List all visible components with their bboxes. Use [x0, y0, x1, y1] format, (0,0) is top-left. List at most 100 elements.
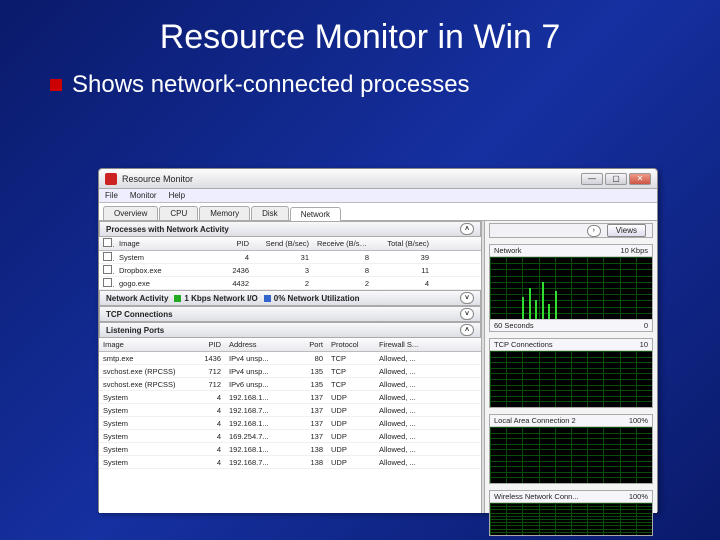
table-row[interactable]: System 4 31 8 39	[99, 251, 481, 264]
cell: 80	[291, 354, 327, 363]
graph-scale: 100%	[629, 416, 648, 425]
graph-title: TCP Connections	[494, 340, 553, 349]
maximize-button[interactable]: ▢	[605, 173, 627, 185]
cell: System	[99, 419, 189, 428]
cell: Allowed, ...	[375, 432, 425, 441]
cell: System	[99, 458, 189, 467]
col-total[interactable]: Total (B/sec)	[373, 239, 433, 248]
cell: UDP	[327, 393, 375, 402]
cell: 4	[205, 253, 253, 262]
collapse-icon[interactable]: ˄	[460, 324, 474, 336]
cell: Allowed, ...	[375, 393, 425, 402]
titlebar[interactable]: Resource Monitor — ▢ ✕	[99, 169, 657, 189]
cell: 192.168.1...	[225, 419, 291, 428]
expand-icon[interactable]: ˅	[460, 292, 474, 304]
table-row[interactable]: System4169.254.7...137UDPAllowed, ...	[99, 430, 481, 443]
col-recv[interactable]: Receive (B/sec)	[313, 239, 373, 248]
row-check[interactable]	[103, 265, 112, 274]
cell: UDP	[327, 419, 375, 428]
cell: System	[115, 253, 205, 262]
slide-title: Resource Monitor in Win 7	[0, 0, 720, 65]
cell: IPv4 unsp...	[225, 367, 291, 376]
col-image[interactable]: Image	[99, 340, 189, 349]
body: Processes with Network Activity ˄ Image …	[99, 221, 657, 513]
menu-file[interactable]: File	[105, 191, 118, 200]
cell: 4	[373, 279, 433, 288]
panel-tcp-header[interactable]: TCP Connections ˅	[99, 306, 481, 322]
cell: 138	[291, 445, 327, 454]
col-pid[interactable]: PID	[189, 340, 225, 349]
table-row[interactable]: gogo.exe 4432 2 2 4	[99, 277, 481, 290]
table-row[interactable]: Dropbox.exe 2436 3 8 11	[99, 264, 481, 277]
cell: 137	[291, 432, 327, 441]
window-title: Resource Monitor	[122, 174, 579, 184]
cell: 137	[291, 419, 327, 428]
table-row[interactable]: System4192.168.1...137UDPAllowed, ...	[99, 417, 481, 430]
cell: Allowed, ...	[375, 354, 425, 363]
collapse-icon[interactable]: ˄	[460, 223, 474, 235]
right-pane: › Views Network 10 Kbps 60 Seconds 0 TCP…	[485, 221, 657, 513]
cell: IPv4 unsp...	[225, 354, 291, 363]
cell: 4	[189, 458, 225, 467]
cell: svchost.exe (RPCSS)	[99, 380, 189, 389]
cell: TCP	[327, 380, 375, 389]
table-row[interactable]: svchost.exe (RPCSS)712IPv4 unsp...135TCP…	[99, 365, 481, 378]
graph-lan: Local Area Connection 2 100%	[489, 414, 653, 484]
table-row[interactable]: System4192.168.7...137UDPAllowed, ...	[99, 404, 481, 417]
cell: 137	[291, 393, 327, 402]
cell: 2	[253, 279, 313, 288]
tab-memory[interactable]: Memory	[199, 206, 250, 220]
graph-body	[490, 351, 652, 407]
app-icon	[105, 173, 117, 185]
menu-help[interactable]: Help	[169, 191, 185, 200]
tab-disk[interactable]: Disk	[251, 206, 289, 220]
graph-scale: 10	[640, 340, 648, 349]
cell: 11	[373, 266, 433, 275]
cell: 4	[189, 445, 225, 454]
cell: System	[99, 393, 189, 402]
cell: System	[99, 445, 189, 454]
cell: 169.254.7...	[225, 432, 291, 441]
panel-processes-header[interactable]: Processes with Network Activity ˄	[99, 221, 481, 237]
expand-icon[interactable]: ˅	[460, 308, 474, 320]
cell: smtp.exe	[99, 354, 189, 363]
views-button[interactable]: Views	[607, 224, 646, 237]
panel-activity-header[interactable]: Network Activity 1 Kbps Network I/O 0% N…	[99, 290, 481, 306]
cell: 39	[373, 253, 433, 262]
table-row[interactable]: System4192.168.1...138UDPAllowed, ...	[99, 443, 481, 456]
table-row[interactable]: System4192.168.7...138UDPAllowed, ...	[99, 456, 481, 469]
table-row[interactable]: smtp.exe1436IPv4 unsp...80TCPAllowed, ..…	[99, 352, 481, 365]
bullet-text: Shows network-connected processes	[72, 71, 470, 99]
col-port[interactable]: Port	[291, 340, 327, 349]
tab-overview[interactable]: Overview	[103, 206, 158, 220]
chevron-right-icon[interactable]: ›	[587, 225, 601, 237]
proc-rows: System 4 31 8 39 Dropbox.exe 2436 3 8 11…	[99, 251, 481, 290]
cell: 192.168.1...	[225, 393, 291, 402]
col-addr[interactable]: Address	[225, 340, 291, 349]
table-row[interactable]: svchost.exe (RPCSS)712IPv6 unsp...135TCP…	[99, 378, 481, 391]
row-check[interactable]	[103, 252, 112, 261]
panel-listen-header[interactable]: Listening Ports ˄	[99, 322, 481, 338]
cell: 4	[189, 406, 225, 415]
tab-cpu[interactable]: CPU	[159, 206, 198, 220]
close-button[interactable]: ✕	[629, 173, 651, 185]
graph-foot-left: 60 Seconds	[494, 321, 534, 330]
menu-monitor[interactable]: Monitor	[130, 191, 157, 200]
col-pid[interactable]: PID	[205, 239, 253, 248]
col-image[interactable]: Image	[115, 239, 205, 248]
col-proto[interactable]: Protocol	[327, 340, 375, 349]
col-fw[interactable]: Firewall S...	[375, 340, 425, 349]
tab-network[interactable]: Network	[290, 207, 341, 221]
table-row[interactable]: System4192.168.1...137UDPAllowed, ...	[99, 391, 481, 404]
minimize-button[interactable]: —	[581, 173, 603, 185]
cell: System	[99, 406, 189, 415]
row-check[interactable]	[103, 278, 112, 287]
left-pane: Processes with Network Activity ˄ Image …	[99, 221, 481, 513]
col-send[interactable]: Send (B/sec)	[253, 239, 313, 248]
bullet-icon	[50, 79, 62, 91]
cell: Allowed, ...	[375, 419, 425, 428]
check-all[interactable]	[103, 238, 112, 247]
legend-green-label: 1 Kbps Network I/O	[184, 294, 257, 303]
cell: Allowed, ...	[375, 406, 425, 415]
legend-blue-icon	[264, 295, 271, 302]
